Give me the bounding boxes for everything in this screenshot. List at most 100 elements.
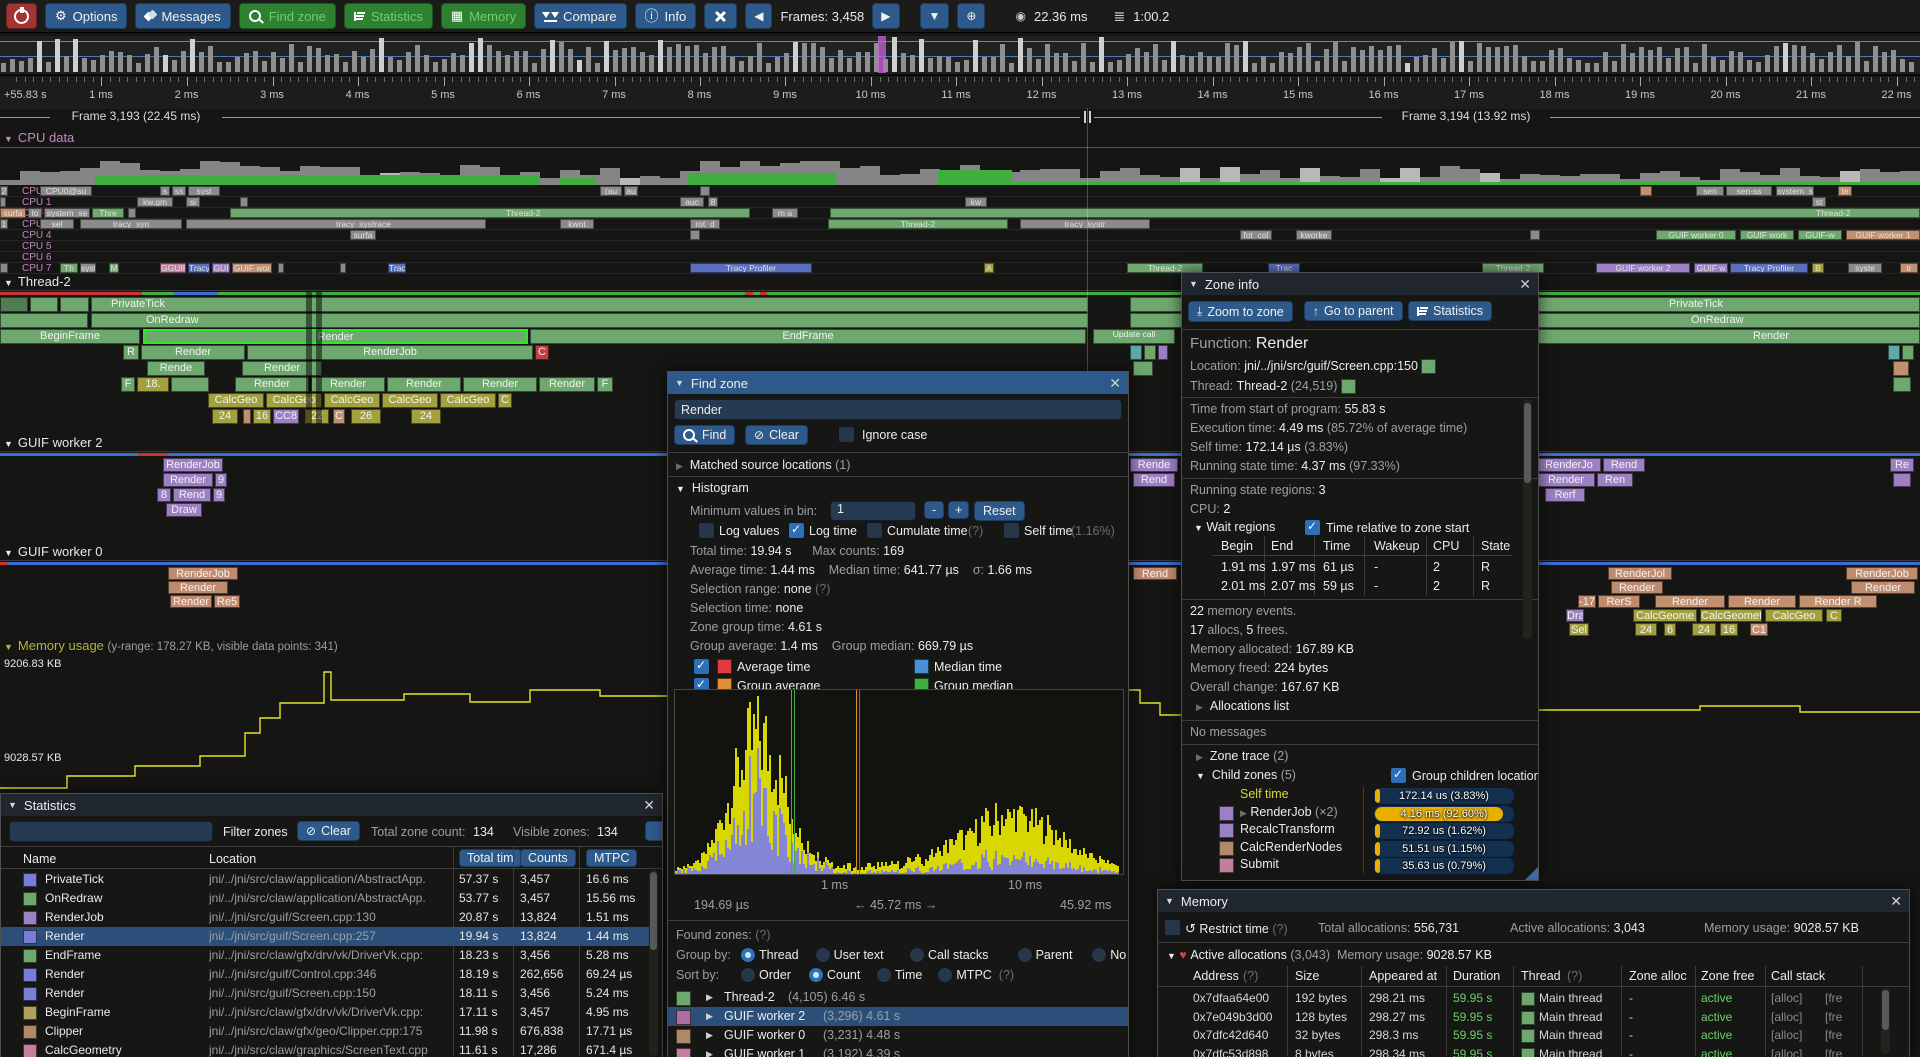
statistics-scrollbar[interactable] xyxy=(649,870,658,1056)
alloc-callstack-link[interactable]: [alloc] xyxy=(1771,1028,1802,1042)
min-bin-input[interactable]: 1 xyxy=(830,501,916,521)
memory-row[interactable]: 0x7e049b3d00128 bytes298.27 ms59.95 sMai… xyxy=(1158,1009,1878,1027)
close-icon[interactable]: ✕ xyxy=(1890,894,1902,908)
statistics-row-endframe[interactable]: EndFramejni/../jni/src/claw/gfx/drv/vk/D… xyxy=(1,946,649,965)
memory-titlebar[interactable]: ▼Memory✕ xyxy=(1158,890,1909,912)
zone-thread[interactable]: Thread-2 xyxy=(1237,379,1288,393)
statistics-row-render[interactable]: Renderjni/../jni/src/guif/Screen.cpp:150… xyxy=(1,984,649,1003)
location-color-square[interactable] xyxy=(1421,359,1436,374)
find-zone-histogram[interactable] xyxy=(674,689,1124,875)
checkbox-cumulate-time[interactable] xyxy=(866,522,883,539)
alloc-free-link[interactable]: [fre xyxy=(1825,991,1869,1005)
sort-by-time[interactable] xyxy=(876,967,892,983)
zone-info-scrollbar[interactable] xyxy=(1523,399,1532,639)
statistics-row-privatetick[interactable]: PrivateTickjni/../jni/src/claw/applicati… xyxy=(1,870,649,889)
memory-column-call-stack[interactable]: Call stack xyxy=(1771,969,1825,983)
zoom-to-zone-button[interactable]: ⤓Zoom to zone xyxy=(1188,301,1293,322)
found-group-guif-worker-1[interactable]: ▶GUIF worker 1(3,192) 4.39 s xyxy=(668,1045,1128,1057)
time-relative-checkbox[interactable] xyxy=(1304,519,1321,536)
sort-by-count[interactable] xyxy=(808,967,824,983)
memory-column-thread[interactable]: Thread xyxy=(1521,969,1561,983)
find-button[interactable]: Find xyxy=(674,425,735,445)
restrict-time-checkbox[interactable] xyxy=(1164,919,1181,936)
group-by-no-grouping[interactable] xyxy=(1091,947,1107,963)
sort-by-order[interactable] xyxy=(740,967,756,983)
memory-scrollbar[interactable] xyxy=(1881,988,1890,1054)
group-by-parent[interactable] xyxy=(1017,947,1033,963)
sort-column-counts[interactable]: Counts xyxy=(520,849,576,867)
found-group-guif-worker-0[interactable]: ▶GUIF worker 0(3,231) 4.48 s xyxy=(668,1026,1128,1045)
wait-regions-section[interactable]: Wait regions xyxy=(1206,520,1275,534)
alloc-free-link[interactable]: [fre xyxy=(1825,1028,1869,1042)
memory-column-appeared-at[interactable]: Appeared at xyxy=(1369,969,1437,983)
checkbox-log-time[interactable] xyxy=(788,522,805,539)
child-zone-self-time[interactable]: Self time xyxy=(1240,787,1289,801)
group-by-thread[interactable] xyxy=(740,947,756,963)
thread-color-square[interactable] xyxy=(1341,379,1356,394)
min-bin-increase-button[interactable]: + xyxy=(948,501,969,519)
statistics-filter-input[interactable] xyxy=(9,821,213,842)
close-icon[interactable]: ✕ xyxy=(1109,376,1121,390)
memory-column-duration[interactable]: Duration xyxy=(1453,969,1500,983)
zone-info-titlebar[interactable]: ▼Zone info✕ xyxy=(1182,273,1538,295)
close-icon[interactable]: ✕ xyxy=(643,798,655,812)
histogram-section[interactable]: Histogram xyxy=(692,481,749,495)
close-icon[interactable]: ✕ xyxy=(1519,277,1531,291)
go-to-parent-button[interactable]: ↑Go to parent xyxy=(1304,301,1403,321)
found-group-thread-2[interactable]: ▶Thread-2(4,105) 6.46 s xyxy=(668,988,1128,1007)
legend-checkbox[interactable] xyxy=(693,658,710,675)
ignore-case-checkbox[interactable] xyxy=(838,426,855,443)
child-color-square xyxy=(1219,806,1234,821)
statistics-extra-button[interactable] xyxy=(645,821,663,841)
sort-column-mtpc[interactable]: MTPC xyxy=(586,849,637,867)
statistics-titlebar[interactable]: ▼Statistics✕ xyxy=(1,794,662,816)
group-by-user-text[interactable] xyxy=(815,947,831,963)
sort-by-mtpc[interactable] xyxy=(937,967,953,983)
active-allocations-section[interactable]: Active allocations xyxy=(1190,948,1287,962)
alloc-callstack-link[interactable]: [alloc] xyxy=(1771,991,1802,1005)
resize-grip[interactable] xyxy=(1525,867,1538,880)
found-group-guif-worker-2[interactable]: ▶GUIF worker 2(3,296) 4.61 s xyxy=(668,1007,1128,1026)
memory-row[interactable]: 0x7dfaa64e00192 bytes298.21 ms59.95 sMai… xyxy=(1158,990,1878,1008)
zone-trace-section[interactable]: Zone trace xyxy=(1210,749,1270,763)
matched-source-locations[interactable]: Matched source locations xyxy=(690,458,832,472)
alloc-callstack-link[interactable]: [alloc] xyxy=(1771,1047,1802,1057)
memory-column-zone-free[interactable]: Zone free xyxy=(1701,969,1755,983)
memory-row[interactable]: 0x7dfc42d64032 bytes298.3 ms59.95 sMain … xyxy=(1158,1027,1878,1045)
thread-color-square xyxy=(1521,992,1535,1006)
statistics-row-renderjob[interactable]: RenderJobjni/../jni/src/guif/Screen.cpp:… xyxy=(1,908,649,927)
statistics-clear-button[interactable]: ⊘Clear xyxy=(297,821,360,841)
reset-button[interactable]: Reset xyxy=(974,501,1025,521)
memory-row[interactable]: 0x7dfc53d8988 bytes298.34 ms59.95 sMain … xyxy=(1158,1046,1878,1057)
alloc-address: 0x7dfaa64e00 xyxy=(1193,991,1269,1005)
memory-column-zone-alloc[interactable]: Zone alloc xyxy=(1629,969,1687,983)
find-clear-button[interactable]: ⊘Clear xyxy=(745,425,808,445)
memory-column-address[interactable]: Address xyxy=(1193,969,1239,983)
alloc-free-link[interactable]: [fre xyxy=(1825,1047,1869,1057)
statistics-row-render[interactable]: Renderjni/../jni/src/guif/Control.cpp:34… xyxy=(1,965,649,984)
child-zone-renderjob[interactable]: ▶ RenderJob (×2) xyxy=(1240,805,1338,819)
statistics-row-beginframe[interactable]: BeginFramejni/../jni/src/claw/gfx/drv/vk… xyxy=(1,1003,649,1022)
child-zones-section[interactable]: Child zones xyxy=(1212,768,1277,782)
statistics-row-onredraw[interactable]: OnRedrawjni/../jni/src/claw/application/… xyxy=(1,889,649,908)
memory-column-size[interactable]: Size xyxy=(1295,969,1319,983)
child-zone-recalctransform[interactable]: RecalcTransform xyxy=(1240,822,1335,836)
statistics-row-calcgeometry[interactable]: CalcGeometryjni/../jni/src/claw/graphics… xyxy=(1,1041,649,1057)
allocations-list-section[interactable]: Allocations list xyxy=(1210,699,1289,713)
alloc-callstack-link[interactable]: [alloc] xyxy=(1771,1010,1802,1024)
child-zone-calcrendernodes[interactable]: CalcRenderNodes xyxy=(1240,840,1342,854)
histogram-marker-line xyxy=(859,690,860,874)
statistics-row-clipper[interactable]: Clipperjni/../jni/src/claw/gfx/geo/Clipp… xyxy=(1,1022,649,1041)
checkbox-log-values[interactable] xyxy=(698,522,715,539)
checkbox-self-time[interactable] xyxy=(1003,522,1020,539)
statistics-row-render[interactable]: Renderjni/../jni/src/guif/Screen.cpp:257… xyxy=(1,927,649,946)
zone-statistics-button[interactable]: Statistics xyxy=(1408,301,1492,321)
group-by-call-stacks[interactable] xyxy=(909,947,925,963)
find-zone-titlebar[interactable]: ▼Find zone✕ xyxy=(668,372,1128,394)
min-bin-decrease-button[interactable]: - xyxy=(924,501,944,519)
child-zone-submit[interactable]: Submit xyxy=(1240,857,1279,871)
alloc-free-link[interactable]: [fre xyxy=(1825,1010,1869,1024)
zone-location[interactable]: jni/../jni/src/guif/Screen.cpp:150 xyxy=(1244,359,1418,373)
group-children-checkbox[interactable] xyxy=(1390,767,1407,784)
find-zone-search-input[interactable] xyxy=(674,399,1122,420)
